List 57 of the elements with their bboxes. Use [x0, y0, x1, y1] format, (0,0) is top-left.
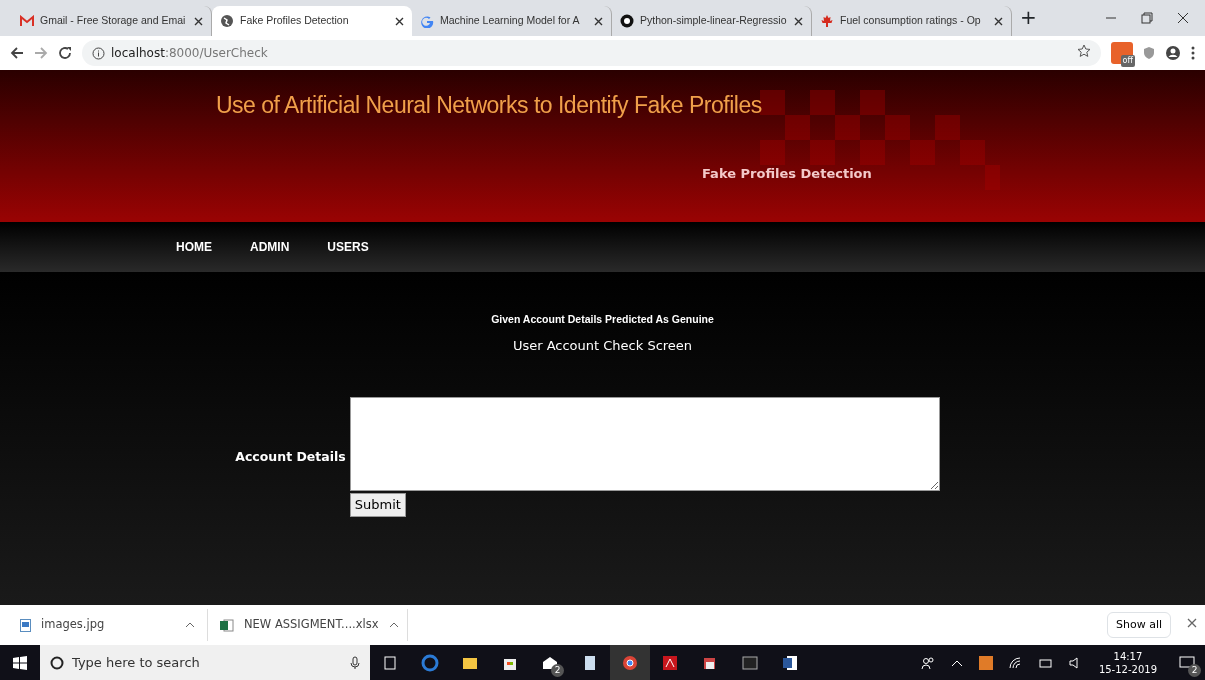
nav-link[interactable]: USERS [327, 238, 369, 256]
download-item[interactable]: NEW ASSIGMENT....xlsx [208, 609, 408, 641]
browser-tab[interactable]: Fake Profiles Detection [212, 6, 412, 36]
count-badge: 2 [1188, 664, 1201, 677]
image-file-icon [20, 618, 31, 632]
result-message: Given Account Details Predicted As Genuine [491, 312, 714, 327]
chevron-up-icon[interactable] [950, 658, 963, 667]
close-icon[interactable] [1187, 618, 1197, 629]
extension-badge: off [1120, 55, 1135, 67]
close-icon[interactable] [395, 16, 404, 26]
nav-link[interactable]: ADMIN [250, 238, 290, 256]
wifi-icon[interactable] [1008, 656, 1023, 669]
menu-icon[interactable] [1191, 46, 1195, 60]
new-tab-button[interactable]: + [1020, 2, 1037, 32]
globe-icon [220, 14, 234, 28]
people-icon[interactable] [920, 655, 935, 670]
download-item[interactable]: images.jpg [8, 609, 208, 641]
terminal-icon[interactable] [741, 653, 759, 672]
cortana-icon [50, 655, 64, 670]
shield-icon[interactable] [1143, 46, 1155, 60]
nav-link[interactable]: HOME [176, 238, 212, 256]
reload-icon[interactable] [58, 46, 72, 60]
star-icon[interactable] [1077, 43, 1091, 58]
address-field[interactable]: localhost:8000/UserCheck [111, 44, 268, 62]
site-subtitle: Fake Profiles Detection [702, 165, 872, 183]
submit-button[interactable]: Submit [349, 493, 406, 517]
screen-heading: User Account Check Screen [512, 336, 693, 355]
word-icon[interactable] [781, 653, 799, 672]
close-icon[interactable] [794, 16, 803, 26]
extension-icon[interactable]: off [1111, 42, 1133, 64]
browser-icon[interactable] [621, 653, 639, 672]
clock[interactable]: 14:17 15-12-2019 [1098, 649, 1157, 676]
caret-icon[interactable] [388, 622, 399, 628]
site-title: Use of Artificial Neural Networks to Identify Fake Profiles [216, 91, 762, 120]
maple-leaf-icon [820, 14, 834, 28]
pdf-icon[interactable] [661, 653, 679, 672]
close-icon[interactable] [1177, 12, 1189, 24]
taskbar-search-field[interactable]: Type here to search [40, 645, 370, 680]
task-view-icon[interactable] [381, 653, 399, 672]
battery-icon[interactable] [1038, 657, 1053, 668]
field-label: Account Details [235, 447, 346, 466]
back-icon[interactable] [10, 46, 24, 60]
profile-icon[interactable] [1165, 45, 1181, 61]
tray-app-icon[interactable] [978, 655, 993, 670]
info-icon [92, 46, 105, 60]
spreadsheet-file-icon [220, 618, 234, 632]
close-icon[interactable] [194, 16, 203, 26]
show-all-button[interactable]: Show all [1106, 611, 1171, 639]
notification-icon[interactable] [1179, 654, 1195, 671]
count-badge: 2 [551, 664, 564, 677]
caret-icon[interactable] [185, 622, 195, 628]
close-icon[interactable] [994, 16, 1003, 26]
close-icon[interactable] [594, 16, 603, 26]
account-details-field[interactable] [349, 397, 940, 492]
g-logo-icon [420, 14, 434, 28]
restore-icon[interactable] [1141, 12, 1153, 24]
microphone-icon [350, 655, 360, 670]
